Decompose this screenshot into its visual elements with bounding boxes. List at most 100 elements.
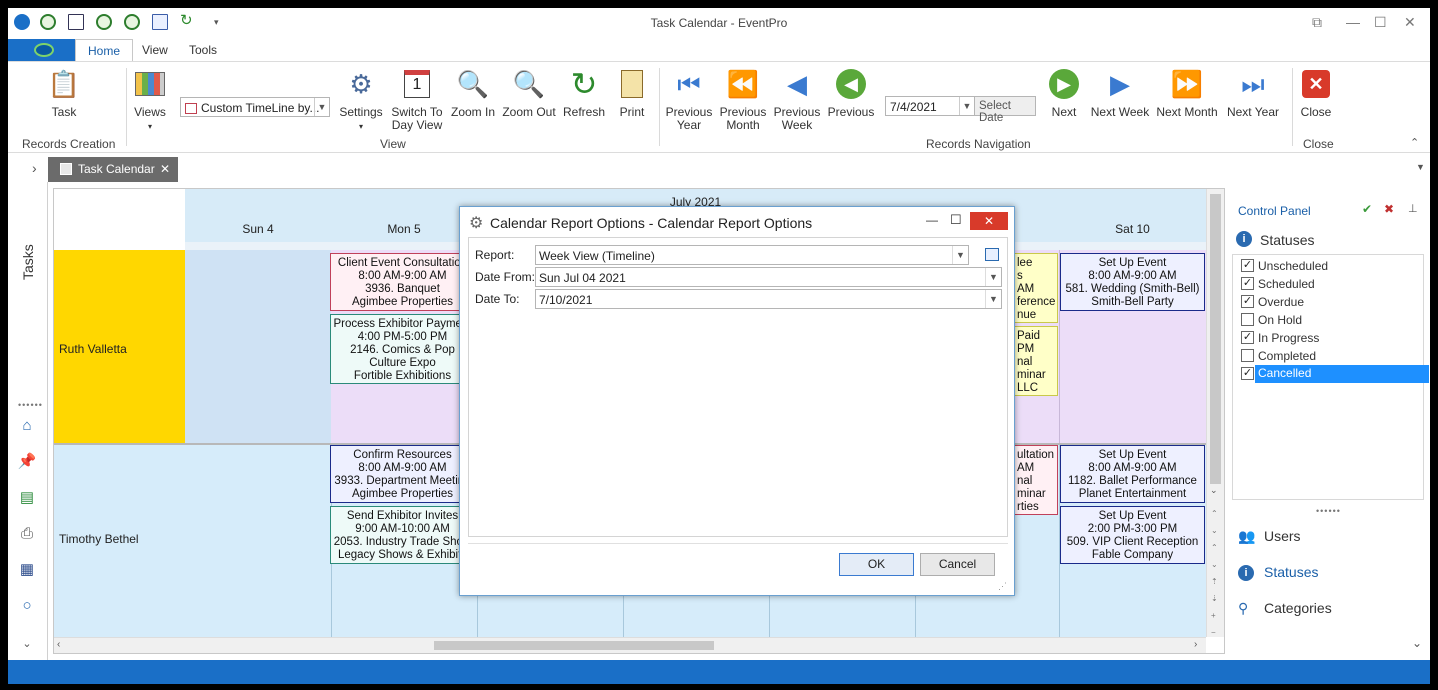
- tab-view[interactable]: View: [142, 43, 168, 57]
- next-button[interactable]: ▶ Next: [1044, 68, 1084, 119]
- tab-tools[interactable]: Tools: [189, 43, 217, 57]
- close-window-icon[interactable]: ✕: [1404, 14, 1416, 31]
- day-cell[interactable]: [185, 250, 331, 443]
- date-picker[interactable]: 7/4/2021 ▼: [885, 96, 975, 116]
- status-label[interactable]: Overdue: [1255, 294, 1429, 310]
- chevron-down-icon[interactable]: ⌄: [1210, 485, 1218, 496]
- rail-splitter[interactable]: ••••••: [18, 400, 43, 410]
- views-button[interactable]: Views ▾: [132, 68, 168, 133]
- dialog-close-button[interactable]: ✕: [970, 212, 1008, 230]
- pin-icon[interactable]: ⊥: [1408, 202, 1418, 215]
- uncheck-all-icon[interactable]: ✖: [1384, 202, 1394, 216]
- custom-timeline-select[interactable]: Custom TimeLine by... ▼: [180, 97, 330, 117]
- collapse-ribbon-icon[interactable]: ⌃: [1410, 136, 1419, 149]
- chevron-down-icon[interactable]: ▼: [314, 98, 329, 116]
- maximize-icon[interactable]: ☐: [1374, 14, 1387, 31]
- settings-button[interactable]: ⚙ Settings ▾: [338, 68, 384, 133]
- appointment[interactable]: Confirm Resources 8:00 AM-9:00 AM 3933. De…: [330, 445, 475, 503]
- status-label-selected[interactable]: Cancelled: [1255, 365, 1429, 383]
- chevron-down-icon[interactable]: ▼: [985, 268, 1001, 286]
- report-options-icon[interactable]: [985, 248, 999, 261]
- table-icon[interactable]: ▤: [18, 488, 36, 506]
- status-label[interactable]: Scheduled: [1255, 276, 1429, 292]
- check-all-icon[interactable]: ✔: [1362, 202, 1372, 216]
- scroll-left-icon[interactable]: ‹: [57, 639, 60, 650]
- appointment[interactable]: Client Event Consultation 8:00 AM-9:00 AM…: [330, 253, 475, 311]
- day-header-sat-10[interactable]: Sat 10: [1059, 222, 1206, 236]
- switch-to-day-view-button[interactable]: 1 Switch To Day View: [390, 68, 444, 132]
- next-year-button[interactable]: ⏭ Next Year: [1224, 68, 1282, 119]
- status-checkbox[interactable]: ✓: [1241, 331, 1254, 344]
- chevron-down-icon[interactable]: ⌄: [1412, 636, 1422, 650]
- task-button[interactable]: 📋 Task: [44, 68, 84, 119]
- status-label[interactable]: Completed: [1255, 348, 1429, 364]
- status-checkbox[interactable]: ✓: [1241, 295, 1254, 308]
- appointment[interactable]: Send Exhibitor Invites 9:00 AM-10:00 AM 20…: [330, 506, 475, 564]
- scrollbar-thumb[interactable]: [1210, 194, 1221, 484]
- chevron-down-icon[interactable]: ⌄: [18, 634, 36, 652]
- previous-year-button[interactable]: ⏮ Previous Year: [664, 68, 714, 132]
- scroll-right-icon[interactable]: ›: [1194, 639, 1197, 650]
- appointment[interactable]: lee s AM ference nue: [1014, 253, 1058, 323]
- appointment[interactable]: Process Exhibitor Payment 4:00 PM-5:00 PM…: [330, 314, 475, 384]
- nav-statuses[interactable]: Statuses: [1264, 564, 1318, 580]
- status-label[interactable]: In Progress: [1255, 330, 1429, 346]
- status-checkbox[interactable]: [1241, 349, 1254, 362]
- resize-grip-icon[interactable]: ⋰: [998, 581, 1007, 592]
- tab-list-icon[interactable]: ▼: [1416, 162, 1425, 172]
- appointment[interactable]: ultation AM nal minar rties: [1014, 445, 1058, 515]
- next-month-button[interactable]: ⏩ Next Month: [1156, 68, 1218, 119]
- zoom-in-button[interactable]: 🔍 Zoom In: [448, 68, 498, 119]
- resource-timothy-bethel[interactable]: Timothy Bethel: [54, 445, 185, 637]
- status-checkbox[interactable]: ✓: [1241, 277, 1254, 290]
- maximize-icon[interactable]: ☐: [950, 212, 962, 228]
- status-label[interactable]: On Hold: [1255, 312, 1429, 328]
- help-icon[interactable]: ⧉: [1312, 14, 1322, 31]
- select-date-button[interactable]: Select Date: [974, 96, 1036, 124]
- status-checkbox[interactable]: ✓: [1241, 367, 1254, 380]
- zoom-out-button[interactable]: 🔍 Zoom Out: [502, 68, 556, 119]
- nav-users[interactable]: Users: [1264, 528, 1301, 544]
- chevron-down-icon[interactable]: ▼: [952, 246, 968, 264]
- refresh-button[interactable]: ↻ Refresh: [562, 68, 606, 119]
- horizontal-scrollbar[interactable]: ‹ ›: [54, 637, 1206, 653]
- previous-week-button[interactable]: ◀ Previous Week: [772, 68, 822, 132]
- print-button[interactable]: Print: [614, 68, 650, 119]
- date-from-field[interactable]: Sun Jul 04 2021 ▼: [535, 267, 1002, 287]
- date-to-field[interactable]: 7/10/2021 ▼: [535, 289, 1002, 309]
- status-label[interactable]: Unscheduled: [1255, 258, 1429, 274]
- nav-categories[interactable]: Categories: [1264, 600, 1332, 616]
- next-week-button[interactable]: ▶ Next Week: [1090, 68, 1150, 119]
- close-button[interactable]: ✕ Close: [1298, 68, 1334, 119]
- chat-icon[interactable]: ○: [18, 596, 36, 614]
- status-checkbox[interactable]: ✓: [1241, 259, 1254, 272]
- tab-home[interactable]: Home: [75, 39, 134, 61]
- previous-button[interactable]: ◀ Previous: [826, 68, 876, 119]
- previous-month-button[interactable]: ⏪ Previous Month: [718, 68, 768, 132]
- printer-icon[interactable]: ⎙: [18, 524, 36, 542]
- expand-panel-icon[interactable]: ›: [32, 160, 37, 176]
- day-header-sun-4[interactable]: Sun 4: [185, 222, 331, 236]
- cancel-button[interactable]: Cancel: [920, 553, 995, 576]
- home-icon[interactable]: ⌂: [18, 416, 36, 434]
- tab-task-calendar[interactable]: Task Calendar ✕: [48, 157, 178, 182]
- scrollbar-thumb[interactable]: [434, 641, 714, 650]
- minimize-icon[interactable]: —: [1346, 14, 1360, 30]
- tasks-rail-label[interactable]: Tasks: [20, 240, 36, 280]
- status-checkbox[interactable]: [1241, 313, 1254, 326]
- appointment[interactable]: Paid PM nal minar LLC: [1014, 326, 1058, 396]
- close-tab-icon[interactable]: ✕: [160, 162, 170, 176]
- report-select[interactable]: Week View (Timeline) ▼: [535, 245, 969, 265]
- appointment[interactable]: Set Up Event 8:00 AM-9:00 AM 581. Wedding …: [1060, 253, 1205, 311]
- resource-ruth-valletta[interactable]: Ruth Valletta: [54, 250, 185, 443]
- chevron-down-icon[interactable]: ▼: [959, 97, 974, 115]
- pin-icon[interactable]: 📌: [18, 452, 37, 470]
- scroll-controls-icon[interactable]: ⌃ ⌄ ⌃ ⌄ ⇡ ⇣ + −: [1211, 505, 1218, 641]
- day-header-mon-5[interactable]: Mon 5: [331, 222, 477, 236]
- appointment[interactable]: Set Up Event 8:00 AM-9:00 AM 1182. Ballet …: [1060, 445, 1205, 503]
- ok-button[interactable]: OK: [839, 553, 914, 576]
- appointment[interactable]: Set Up Event 2:00 PM-3:00 PM 509. VIP Clie…: [1060, 506, 1205, 564]
- chevron-down-icon[interactable]: ▼: [985, 290, 1001, 308]
- file-menu-button[interactable]: [8, 39, 75, 61]
- panel-splitter[interactable]: ••••••: [1316, 506, 1341, 516]
